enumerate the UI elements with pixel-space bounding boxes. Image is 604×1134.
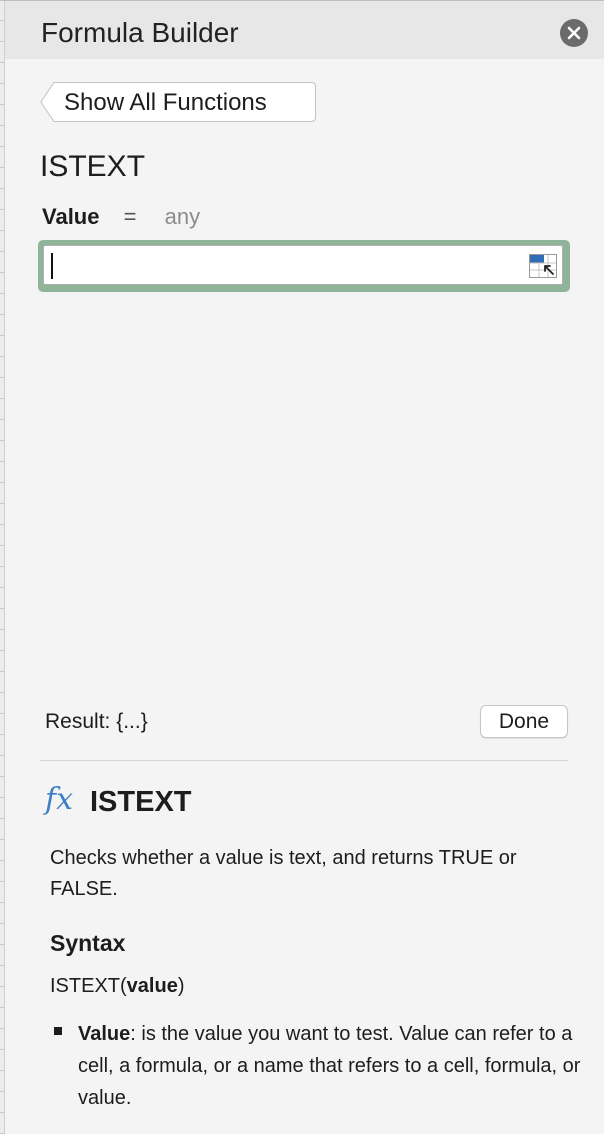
argument-help: Value: is the value you want to test. Va…	[78, 1018, 583, 1114]
section-divider	[40, 760, 568, 761]
bullet-marker	[54, 1027, 62, 1035]
panel-header: Formula Builder	[5, 1, 604, 59]
close-button[interactable]	[560, 19, 588, 47]
value-input-focus-ring	[38, 240, 570, 292]
syntax-signature: ISTEXT(value)	[50, 975, 185, 998]
show-all-functions-label: Show All Functions	[64, 89, 267, 116]
done-button[interactable]: Done	[480, 705, 568, 738]
fx-icon: fx	[45, 782, 74, 817]
argument-help-name: Value	[78, 1023, 131, 1045]
syntax-argument: value	[126, 975, 178, 997]
function-name: ISTEXT	[40, 150, 146, 183]
syntax-prefix: ISTEXT(	[50, 975, 127, 997]
show-all-functions-button[interactable]: Show All Functions	[40, 82, 316, 122]
syntax-heading: Syntax	[50, 930, 126, 956]
argument-help-description: : is the value you want to test. Value c…	[78, 1023, 581, 1109]
syntax-suffix: )	[177, 975, 185, 997]
spreadsheet-edge	[0, 0, 5, 1134]
help-title: ISTEXT	[90, 786, 192, 818]
help-description: Checks whether a value is text, and retu…	[50, 847, 517, 900]
result-label: Result: {...}	[45, 710, 148, 733]
argument-row: Value = any	[42, 204, 200, 230]
text-caret	[51, 253, 53, 279]
panel-title: Formula Builder	[41, 17, 239, 48]
value-input[interactable]	[43, 245, 563, 285]
close-icon	[567, 26, 581, 40]
range-select-icon[interactable]	[529, 254, 557, 278]
argument-equals: =	[123, 204, 137, 229]
argument-name: Value	[42, 204, 100, 229]
argument-type: any	[164, 204, 201, 229]
